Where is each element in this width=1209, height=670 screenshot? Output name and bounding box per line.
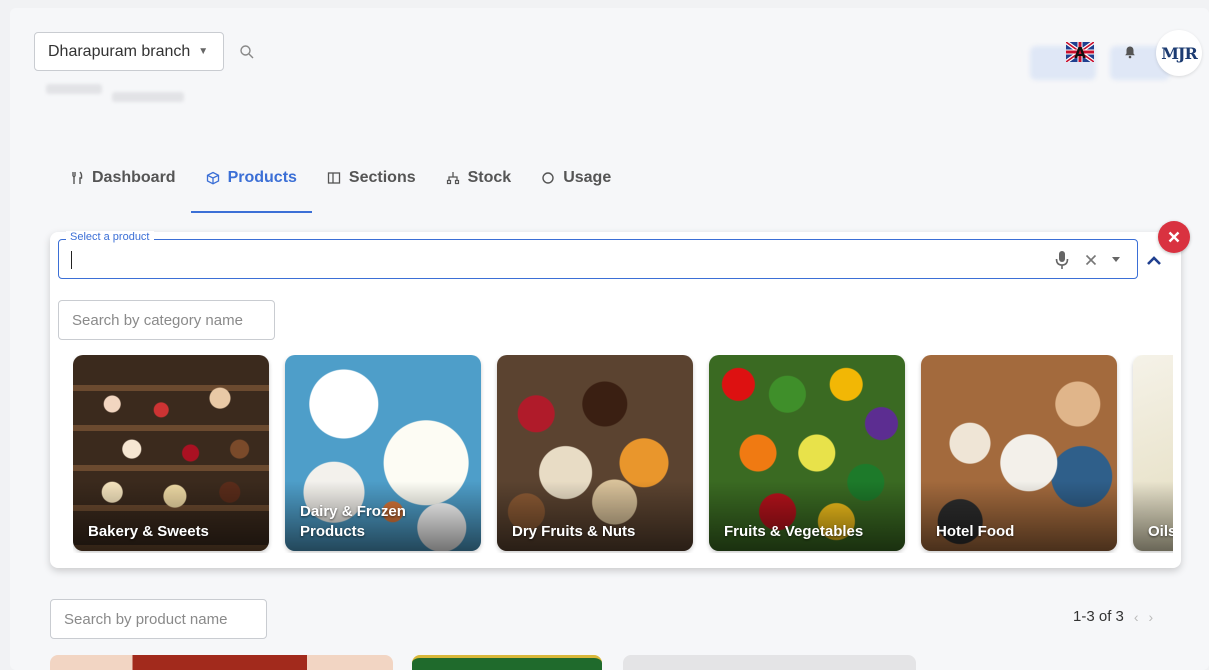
category-card-dairy[interactable]: Dairy & Frozen Products — [285, 355, 481, 551]
product-picker-panel: Select a product Bakery & Sweets — [50, 231, 1181, 568]
category-label: Fruits & Vegetables — [724, 522, 864, 540]
product-card[interactable] — [412, 655, 602, 670]
tab-stock[interactable]: Stock — [431, 158, 527, 198]
category-card-dry-fruits[interactable]: Dry Fruits & Nuts — [497, 355, 693, 551]
branch-selector[interactable]: Dharapuram branch ▼ — [34, 32, 224, 71]
cutlery-icon — [72, 171, 83, 184]
chevron-left-icon[interactable]: ‹ — [1134, 609, 1139, 625]
category-label: Dairy & Frozen Products — [300, 503, 406, 540]
category-card-bakery[interactable]: Bakery & Sweets — [73, 355, 269, 551]
circle-icon — [542, 172, 554, 184]
category-label: Dry Fruits & Nuts — [512, 522, 636, 540]
tab-products[interactable]: Products — [190, 158, 313, 213]
tab-label: Stock — [467, 169, 512, 186]
chevron-right-icon[interactable]: › — [1149, 609, 1154, 625]
columns-icon — [327, 172, 341, 184]
category-search-input[interactable] — [58, 300, 275, 340]
box-icon — [206, 171, 219, 185]
product-select-input[interactable]: Select a product — [58, 231, 1138, 279]
avatar[interactable]: MJR — [1156, 30, 1202, 76]
branch-label: Dharapuram branch — [48, 42, 191, 60]
bell-icon[interactable] — [1123, 45, 1137, 59]
avatar-initials: MJR — [1161, 43, 1198, 63]
pagination: 1-3 of 3 ‹ › — [1073, 608, 1153, 625]
category-label: Bakery & Sweets — [88, 522, 209, 540]
hierarchy-icon — [446, 172, 459, 185]
app-page: Dharapuram branch ▼ A MJR Dashboard Prod… — [10, 8, 1209, 670]
tab-label: Sections — [348, 169, 416, 186]
category-card-fruits-vegetables[interactable]: Fruits & Vegetables — [709, 355, 905, 551]
tab-dashboard[interactable]: Dashboard — [55, 158, 191, 198]
blurred-subtitle — [46, 84, 102, 94]
category-carousel: Bakery & Sweets Dairy & Frozen Products … — [73, 355, 1173, 553]
category-card-hotel-food[interactable]: Hotel Food — [921, 355, 1117, 551]
blurred-subtitle-2 — [112, 92, 184, 102]
language-flag-icon[interactable]: A — [1066, 42, 1094, 62]
chevron-down-icon: ▼ — [198, 46, 209, 57]
search-icon[interactable] — [239, 44, 255, 60]
microphone-icon[interactable] — [1053, 250, 1071, 270]
pagination-range: 1-3 of 3 — [1073, 608, 1124, 625]
chevron-down-icon[interactable] — [1112, 257, 1120, 262]
tab-sections[interactable]: Sections — [312, 158, 431, 198]
category-label: Oils — [1148, 522, 1173, 540]
product-select-legend: Select a product — [66, 231, 154, 243]
close-icon — [1168, 231, 1180, 243]
tab-label: Dashboard — [92, 169, 176, 186]
product-search-input[interactable] — [50, 599, 267, 639]
text-cursor — [71, 251, 72, 269]
tab-label: Products — [227, 169, 297, 186]
product-card[interactable] — [623, 655, 916, 670]
clear-icon[interactable] — [1084, 253, 1098, 267]
product-card[interactable] — [50, 655, 393, 670]
main-tabs: Dashboard Products Sections Stock Usage — [55, 158, 626, 214]
svg-text:A: A — [1074, 44, 1086, 62]
tab-usage[interactable]: Usage — [526, 158, 626, 198]
chevron-up-icon[interactable] — [1146, 254, 1162, 266]
tab-label: Usage — [563, 169, 612, 186]
close-panel-button[interactable] — [1158, 221, 1190, 253]
category-label: Hotel Food — [936, 522, 1015, 540]
category-card-oils[interactable]: Oils — [1133, 355, 1173, 551]
